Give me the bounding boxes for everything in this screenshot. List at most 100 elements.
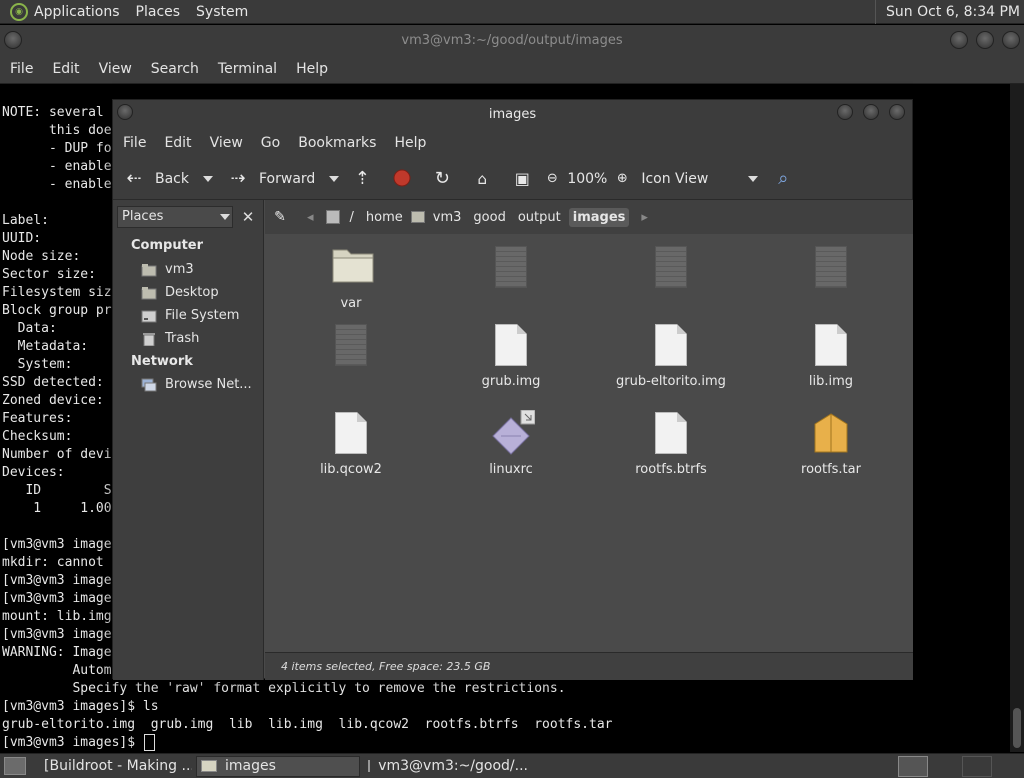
clock[interactable]: Sun Oct 6, 8:34 PM <box>875 0 1020 24</box>
breadcrumb-output[interactable]: output <box>514 208 565 227</box>
archive-icon <box>811 410 851 456</box>
minimize-button[interactable] <box>837 104 853 120</box>
breadcrumb-images[interactable]: images <box>568 207 630 227</box>
fm-menu-go[interactable]: Go <box>261 135 280 151</box>
terminal-line: Devices: <box>2 465 65 480</box>
zoom-in-icon[interactable]: ⊕ <box>611 168 633 190</box>
minimize-button[interactable] <box>950 31 968 49</box>
document-icon <box>651 322 691 368</box>
places-selector[interactable]: Places <box>117 206 233 228</box>
terminal-line: [vm3@vm3 images]$ ls <box>2 699 159 714</box>
terminal-menu-edit[interactable]: Edit <box>52 61 79 77</box>
terminal-line: ID S <box>2 483 112 498</box>
chevron-down-icon <box>220 214 230 220</box>
close-button[interactable] <box>889 104 905 120</box>
task-terminal[interactable]: vm3@vm3:~/good/... <box>364 756 528 777</box>
view-mode-dropdown[interactable] <box>748 175 759 182</box>
forward-history-dropdown[interactable] <box>329 175 340 182</box>
file-icon-view[interactable]: var grub.img grub-eltorito.img lib.img lib.q… <box>265 234 913 652</box>
terminal-menu-help[interactable]: Help <box>296 61 328 77</box>
file-item[interactable]: grub-eltorito.img <box>591 322 751 389</box>
terminal-menu-terminal[interactable]: Terminal <box>218 61 277 77</box>
file-item[interactable]: rootfs.btrfs <box>591 410 751 477</box>
filesystem-icon <box>325 210 340 224</box>
forward-button[interactable]: ⇢ Forward <box>227 164 315 194</box>
show-desktop-icon[interactable] <box>4 757 26 775</box>
workspace-switcher-1[interactable] <box>898 756 928 777</box>
fm-menu-help[interactable]: Help <box>394 135 426 151</box>
terminal-line: Data: <box>2 321 57 336</box>
terminal-line: [vm3@vm3 image <box>2 591 112 606</box>
sidebar-item-browse-network[interactable]: Browse Net... <box>141 377 252 392</box>
task-browser[interactable]: [Buildroot - Making ... <box>32 756 192 777</box>
file-item[interactable]: rootfs.tar <box>751 410 911 477</box>
applications-menu[interactable]: Applications <box>34 4 120 20</box>
generic-file-icon <box>651 244 691 290</box>
close-sidebar-icon[interactable]: ✕ <box>237 206 259 228</box>
breadcrumb-root[interactable]: / <box>346 208 358 227</box>
network-icon <box>141 378 157 392</box>
fm-menu-edit[interactable]: Edit <box>164 135 191 151</box>
terminal-line: [vm3@vm3 image <box>2 537 112 552</box>
maximize-button[interactable] <box>976 31 994 49</box>
file-label: linuxrc <box>489 462 533 477</box>
distro-logo-icon[interactable]: ◉ <box>10 2 28 21</box>
breadcrumb-good[interactable]: good <box>469 208 509 227</box>
terminal-menu-view[interactable]: View <box>99 61 132 77</box>
stop-icon[interactable] <box>391 168 413 190</box>
terminal-line: mkdir: cannot <box>2 555 104 570</box>
close-button[interactable] <box>1002 31 1020 49</box>
places-menu[interactable]: Places <box>136 4 181 20</box>
home-folder-icon <box>141 263 157 277</box>
file-item[interactable] <box>271 322 431 368</box>
fm-menu-file[interactable]: File <box>123 135 146 151</box>
sidebar-item-trash[interactable]: Trash <box>141 331 199 346</box>
status-bar: 4 items selected, Free space: 23.5 GB <box>265 652 913 680</box>
file-item[interactable]: lib.img <box>751 322 911 389</box>
terminal-menu-search[interactable]: Search <box>151 61 199 77</box>
window-menu-button[interactable] <box>117 104 133 120</box>
computer-icon[interactable]: ▣ <box>511 168 533 190</box>
scrollbar-thumb[interactable] <box>1013 708 1021 748</box>
file-manager-titlebar[interactable]: images <box>113 100 912 128</box>
terminal-scrollbar[interactable] <box>1010 84 1024 752</box>
terminal-titlebar[interactable]: vm3@vm3:~/good/output/images <box>0 25 1024 55</box>
task-file-manager[interactable]: images <box>196 755 360 777</box>
places-sidebar: Places ✕ Computer vm3 Desktop File Syste… <box>113 200 264 680</box>
system-menu[interactable]: System <box>196 4 248 20</box>
file-item[interactable]: var <box>271 244 431 311</box>
file-item[interactable] <box>591 244 751 290</box>
window-menu-button[interactable] <box>4 31 22 49</box>
up-arrow-icon[interactable]: ⇡ <box>351 168 373 190</box>
breadcrumb-vm3[interactable]: vm3 <box>429 208 466 227</box>
file-item[interactable] <box>751 244 911 290</box>
home-icon[interactable]: ⌂ <box>471 168 493 190</box>
search-icon[interactable]: ⌕ <box>772 168 794 190</box>
breadcrumb-scroll-left-icon[interactable]: ◂ <box>307 210 314 225</box>
edit-location-icon[interactable]: ✎ <box>269 206 291 228</box>
terminal-line: Block group pr <box>2 303 112 318</box>
file-item[interactable]: grub.img <box>431 322 591 389</box>
sidebar-item-desktop[interactable]: Desktop <box>141 285 219 300</box>
maximize-button[interactable] <box>863 104 879 120</box>
back-button[interactable]: ⇠ Back <box>123 164 189 194</box>
document-icon <box>811 322 851 368</box>
terminal-menu-file[interactable]: File <box>10 61 33 77</box>
file-item[interactable]: linuxrc <box>431 409 591 477</box>
fm-menu-view[interactable]: View <box>210 135 243 151</box>
workspace-switcher-2[interactable] <box>962 756 992 777</box>
fm-menu-bookmarks[interactable]: Bookmarks <box>298 135 376 151</box>
back-history-dropdown[interactable] <box>203 175 213 182</box>
sidebar-item-home[interactable]: vm3 <box>141 262 194 277</box>
breadcrumb-scroll-right-icon[interactable]: ▸ <box>641 210 648 225</box>
document-icon <box>331 410 371 456</box>
reload-icon[interactable]: ↻ <box>431 168 453 190</box>
zoom-out-icon[interactable]: ⊖ <box>541 168 563 190</box>
view-mode-select[interactable]: Icon View <box>641 171 708 187</box>
file-item[interactable] <box>431 244 591 290</box>
file-label: rootfs.btrfs <box>635 462 707 477</box>
terminal-line: UUID: <box>2 231 42 246</box>
file-item[interactable]: lib.qcow2 <box>271 410 431 477</box>
breadcrumb-home[interactable]: home <box>362 208 407 227</box>
sidebar-item-file-system[interactable]: File System <box>141 308 239 323</box>
